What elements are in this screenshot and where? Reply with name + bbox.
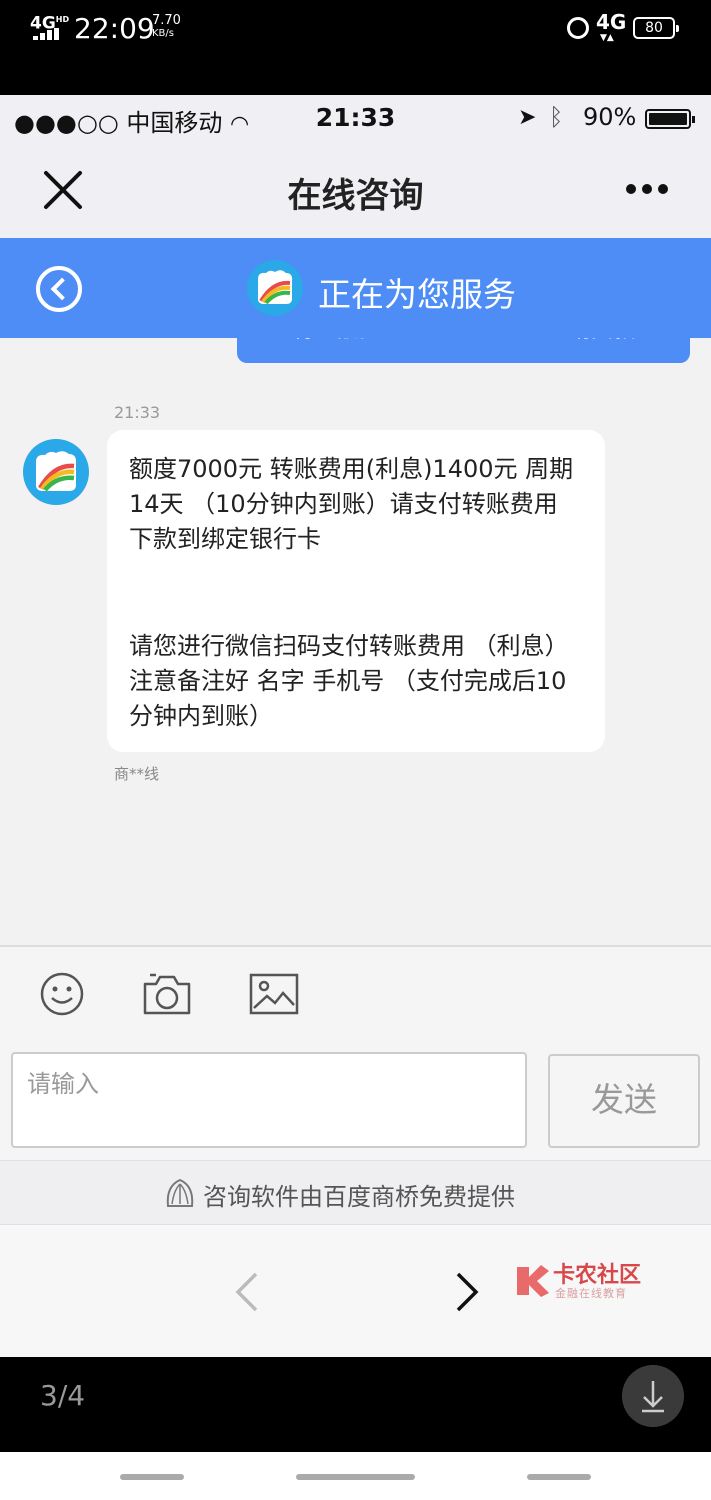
service-status-label: 正在为您服务	[318, 275, 516, 314]
watermark-subtitle: 金融在线教育	[555, 1287, 627, 1300]
composer: 请输入 发送	[0, 945, 711, 1160]
more-options-icon[interactable]	[622, 184, 672, 196]
back-button[interactable]	[36, 266, 82, 312]
message-text: 额度7000元 转账费用(利息)1400元 周期14天 （10分钟内到账）请支付…	[129, 455, 574, 553]
service-header: 正在为您服务	[0, 238, 711, 338]
chevron-left-icon[interactable]	[232, 1270, 262, 1314]
message-bubble: 额度7000元 转账费用(利息)1400元 周期14天 （10分钟内到账）请支付…	[107, 430, 605, 752]
system-nav-bar	[0, 1452, 711, 1500]
sender-name: 商**线	[114, 765, 160, 783]
image-icon[interactable]	[249, 972, 299, 1016]
data-arrows-icon: ▼▲	[600, 33, 614, 43]
service-logo-icon	[247, 260, 303, 316]
bluetooth-icon: ᛒ	[549, 103, 564, 131]
powered-by-banner: 咨询软件由百度商桥免费提供	[0, 1160, 711, 1224]
nav-gesture-home[interactable]	[296, 1474, 415, 1480]
captured-screenshot: ●●●○○ 中国移动 ◠ 21:33 ➤ ᛒ 90% 在线咨询 正在为您服务 将…	[0, 95, 711, 1357]
watermark: 卡农社区 金融在线教育	[513, 1257, 648, 1307]
nav-gesture-left[interactable]	[120, 1474, 184, 1480]
cellular-type: 4G	[596, 10, 627, 34]
battery-percent: 90%	[583, 103, 637, 131]
ios-status-bar: ●●●○○ 中国移动 ◠ 21:33 ➤ ᛒ 90%	[0, 95, 711, 140]
watermark-logo-icon	[517, 1265, 549, 1297]
chevron-right-icon[interactable]	[452, 1270, 482, 1314]
camera-icon[interactable]	[142, 972, 192, 1016]
battery-icon: 80	[633, 17, 679, 39]
image-counter: 3/4	[40, 1379, 86, 1412]
image-viewer-bar: 3/4	[0, 1357, 711, 1452]
shell-logo-icon	[166, 1178, 194, 1207]
ios-battery-icon	[645, 109, 695, 129]
message-input[interactable]: 请输入	[11, 1052, 527, 1148]
network-speed: 7.70 KB/s	[152, 13, 181, 39]
agent-avatar	[23, 439, 89, 505]
device-clock: 22:09	[74, 12, 155, 45]
alarm-icon	[567, 17, 589, 39]
message-timestamp: 21:33	[114, 403, 161, 422]
location-arrow-icon: ➤	[518, 105, 537, 130]
navigation-bar: 在线咨询	[0, 140, 711, 238]
page-title: 在线咨询	[287, 176, 424, 216]
message-text: 请您进行微信扫码支付转账费用 （利息）注意备注好 名字 手机号 （支付完成后10…	[129, 632, 569, 730]
download-icon[interactable]	[622, 1365, 684, 1427]
emoji-icon[interactable]	[37, 972, 87, 1016]
chat-area[interactable]: 将金额。 1381 4396775 · 请交款 21:33 额度7000元 转账…	[0, 318, 711, 945]
powered-by-text: 咨询软件由百度商桥免费提供	[203, 1183, 515, 1211]
signal-bars-icon	[33, 28, 63, 40]
page-navigation: 卡农社区 金融在线教育	[0, 1224, 711, 1357]
device-status-bar: 4GHD 22:09 7.70 KB/s 4G ▼▲ 80	[0, 0, 711, 95]
send-button[interactable]: 发送	[548, 1054, 700, 1148]
nav-gesture-right[interactable]	[527, 1474, 591, 1480]
